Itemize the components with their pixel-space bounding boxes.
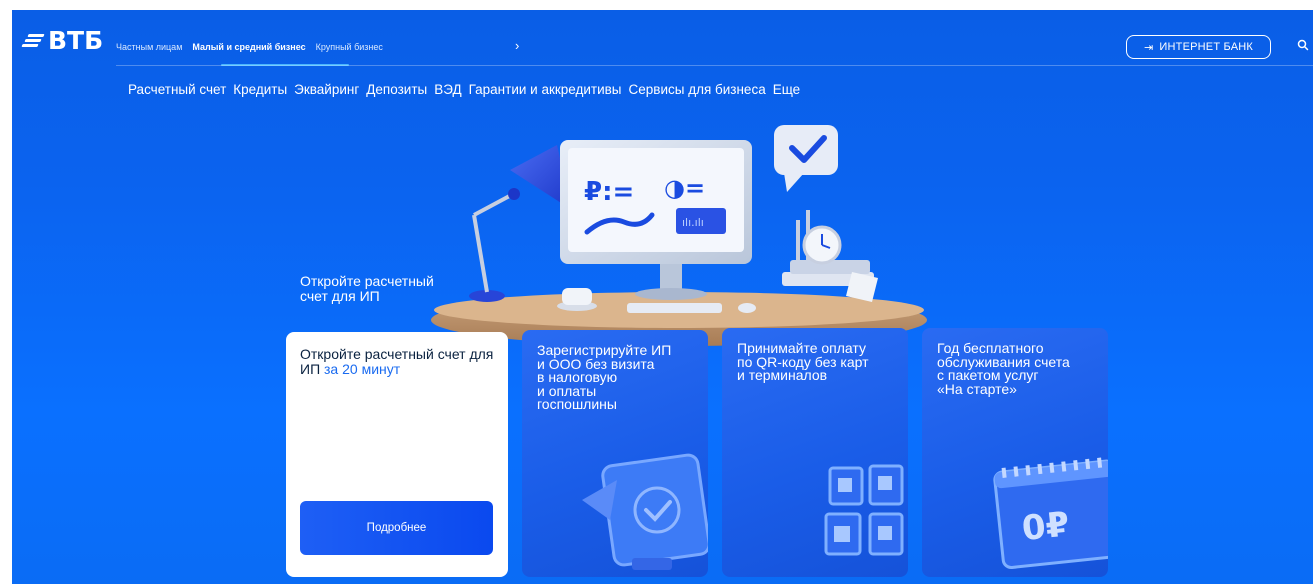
zero-ruble-badge: 0₽ [1020,504,1071,549]
books-and-clock [782,210,878,302]
cup [557,288,597,311]
keyboard [627,303,722,313]
hero-title-line1: Откройте расчетный [300,273,434,289]
check-bubble-icon [774,125,838,192]
card-free-year[interactable]: 0₽ Год бесплатного обслуживания счета с … [922,328,1108,577]
card-qr-line: и терминалов [737,367,828,383]
chart-glyph: ılı.ılı [682,216,704,229]
hero-title: Откройте расчетный счет для ИП [300,274,490,304]
more-button[interactable]: Подробнее [300,501,493,555]
card-free-title: Год бесплатного обслуживания счета с пак… [937,341,1070,397]
card-open-account-highlight: за 20 минут [324,361,401,377]
card-open-account-title: Откройте расчетный счет для ИП за 20 мин… [300,347,500,377]
pie-list-glyph: ◑= [664,174,705,202]
monitor: ₽:= ◑= ılı.ılı [560,140,752,300]
card-open-account[interactable]: Откройте расчетный счет для ИП за 20 мин… [286,332,508,577]
hero-title-line2: счет для ИП [300,288,380,304]
ruble-list-glyph: ₽:= [584,177,634,207]
card-qr-title: Принимайте оплату по QR-коду без карт и … [737,341,869,383]
card-register-business[interactable]: Зарегистрируйте ИП и ООО без визита в на… [522,330,708,577]
card-qr-payment[interactable]: Принимайте оплату по QR-коду без карт и … [722,328,908,577]
card-register-title: Зарегистрируйте ИП и ООО без визита в на… [537,343,671,412]
page-frame: ВТБ Частным лицам Малый и средний бизнес… [12,10,1313,584]
mouse [738,303,756,313]
card-free-line: «На старте» [937,380,1017,397]
card-register-line: госпошлины [537,396,617,412]
